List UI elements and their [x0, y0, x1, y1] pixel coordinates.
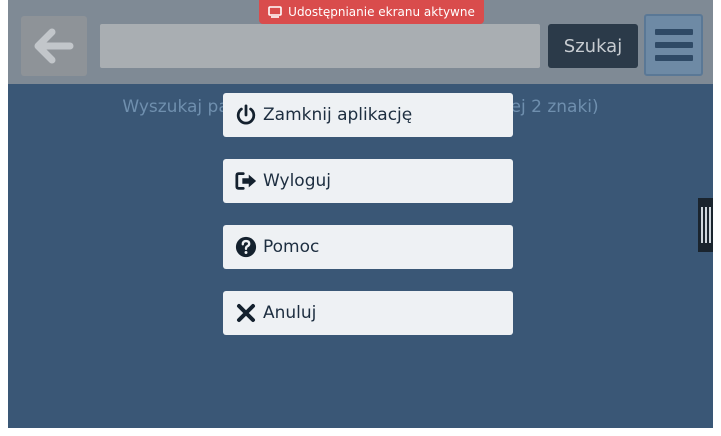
app-screen: Szukaj Wyszukaj pacjenta w bazie (wpisz …: [8, 0, 713, 428]
handle-line-2: [704, 207, 707, 243]
menu-item-close-app[interactable]: Zamknij aplikację: [223, 93, 513, 137]
menu-item-logout[interactable]: Wyloguj: [223, 159, 513, 203]
sign-out-icon: [235, 170, 257, 192]
power-icon: [235, 104, 257, 126]
close-icon: [235, 302, 257, 324]
hamburger-menu-icon-bar-2: [654, 42, 693, 48]
screen-share-icon: [268, 6, 282, 18]
menu-item-label: Anuluj: [263, 303, 317, 323]
handle-line-3: [708, 207, 711, 243]
handle-line-1: [700, 207, 703, 243]
menu-item-label: Pomoc: [263, 237, 320, 257]
question-circle-icon: [235, 236, 257, 258]
menu-item-help[interactable]: Pomoc: [223, 225, 513, 269]
back-button[interactable]: [21, 16, 87, 76]
screen-share-banner: Udostępnianie ekranu aktywne: [259, 0, 484, 24]
search-input[interactable]: [100, 24, 540, 68]
menu-item-label: Zamknij aplikację: [263, 105, 413, 125]
hamburger-menu-button[interactable]: [644, 14, 703, 76]
side-drawer-handle[interactable]: [698, 198, 713, 252]
screen-share-text: Udostępnianie ekranu aktywne: [288, 5, 475, 19]
arrow-left-icon: [34, 28, 74, 64]
hamburger-menu-icon-bar-1: [654, 29, 693, 35]
menu-item-cancel[interactable]: Anuluj: [223, 291, 513, 335]
search-button-label: Szukaj: [563, 35, 623, 57]
menu-item-label: Wyloguj: [263, 171, 331, 191]
hamburger-menu-icon-bar-3: [654, 55, 693, 61]
search-button[interactable]: Szukaj: [548, 24, 638, 68]
